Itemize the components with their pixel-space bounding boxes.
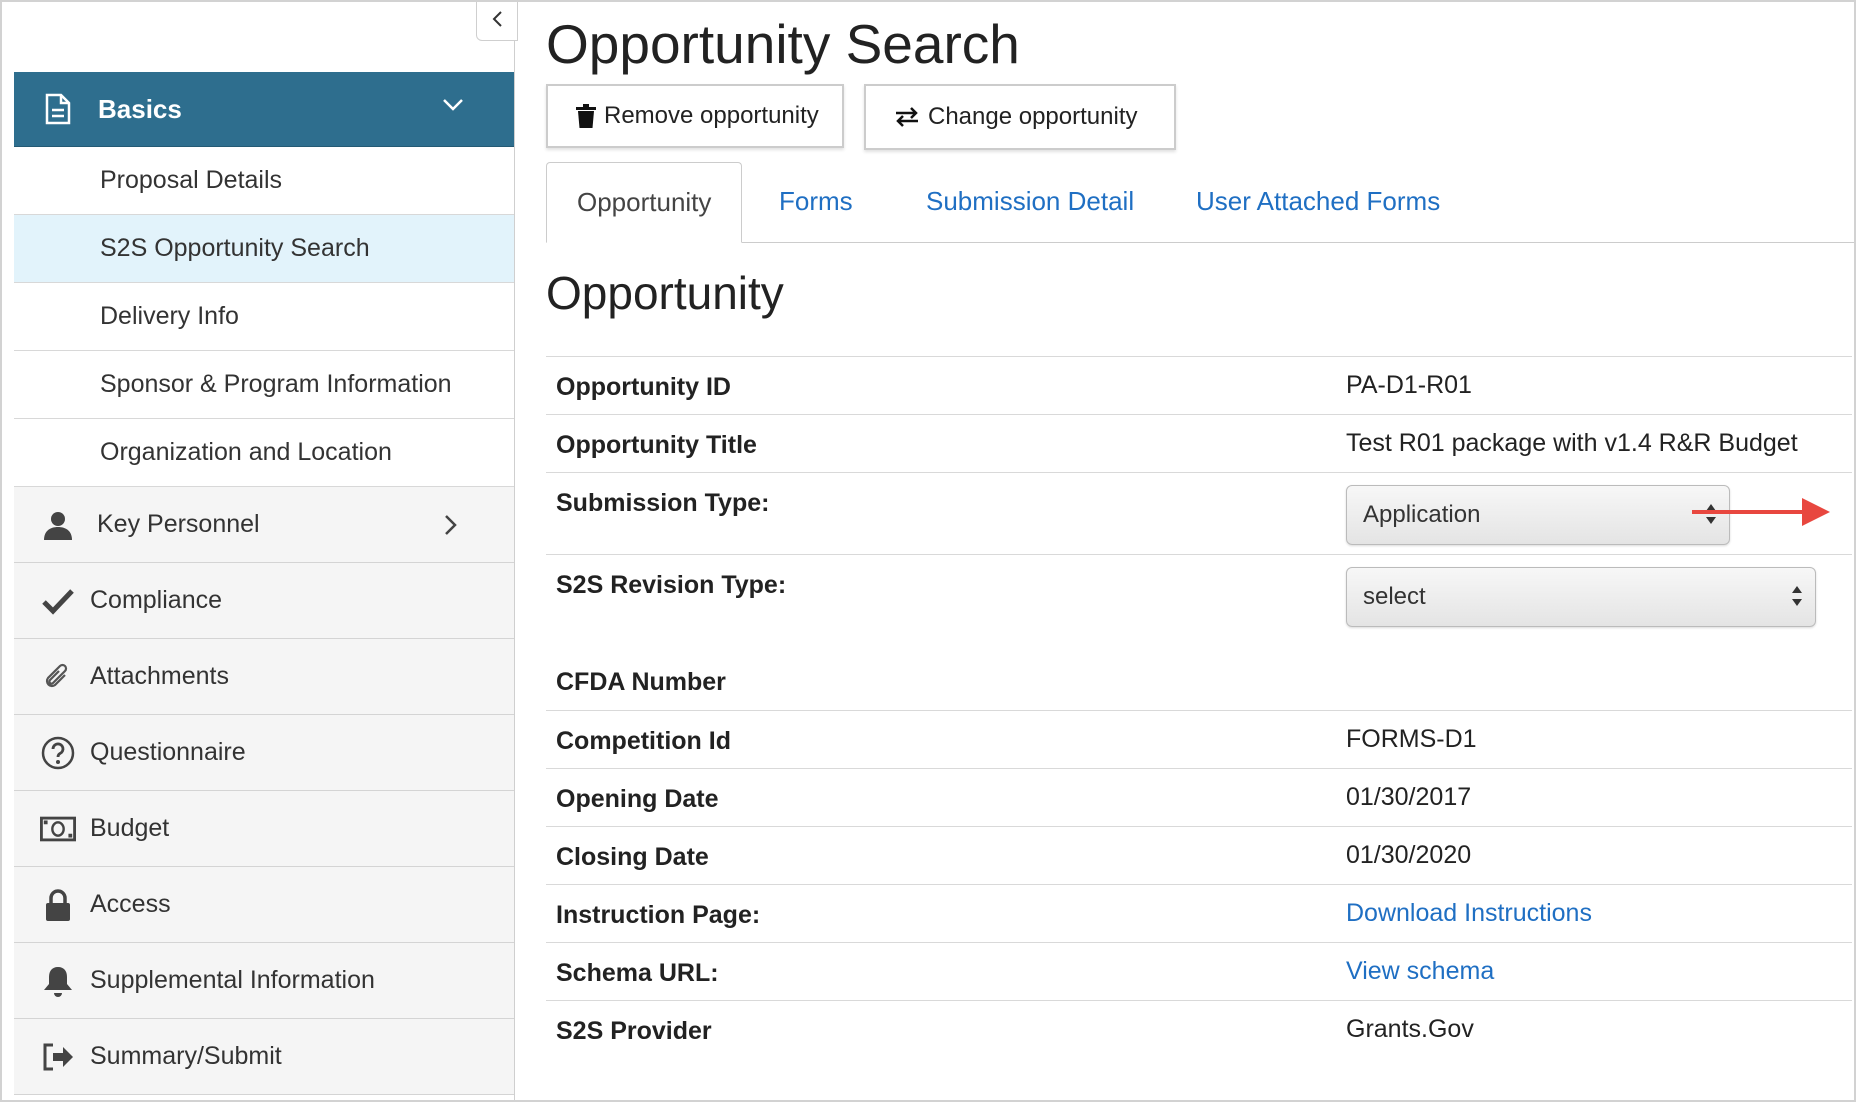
sidebar-item-label: Proposal Details	[100, 166, 283, 194]
field-value: FORMS-D1	[1346, 725, 1477, 753]
chevron-right-icon	[444, 514, 458, 543]
sign-out-icon	[40, 1039, 76, 1075]
field-row-revision-type: S2S Revision Type: select	[546, 554, 1852, 651]
field-value: 01/30/2017	[1346, 783, 1472, 811]
sidebar-item-attachments[interactable]: Attachments	[14, 639, 514, 715]
sidebar-item-label: Budget	[90, 814, 170, 842]
sidebar-item-access[interactable]: Access	[14, 867, 514, 943]
money-icon	[40, 811, 76, 847]
field-row-closing-date: Closing Date 01/30/2020	[546, 826, 1852, 885]
sidebar-item-label: Access	[90, 890, 171, 918]
app-window: Basics Proposal Details S2S Opportunity …	[0, 0, 1856, 1102]
sidebar-item-label: Key Personnel	[97, 510, 260, 538]
sidebar-item-key-personnel[interactable]: Key Personnel	[14, 487, 514, 563]
sidebar-item-sponsor-program[interactable]: Sponsor & Program Information	[14, 351, 514, 419]
paperclip-icon	[40, 659, 76, 695]
field-label: Opportunity Title	[556, 431, 757, 459]
field-label: S2S Provider	[556, 1017, 712, 1045]
field-row-s2s-provider: S2S Provider Grants.Gov	[546, 1000, 1852, 1059]
sidebar-item-delivery-info[interactable]: Delivery Info	[14, 283, 514, 351]
sidebar-item-supplemental-information[interactable]: Supplemental Information	[14, 943, 514, 1019]
exchange-icon	[894, 107, 920, 127]
select-arrows-icon	[1791, 582, 1803, 617]
download-instructions-link[interactable]: Download Instructions	[1346, 899, 1592, 928]
remove-opportunity-button[interactable]: Remove opportunity	[546, 84, 844, 148]
sidebar-item-summary-submit[interactable]: Summary/Submit	[14, 1019, 514, 1095]
sidebar-item-label: Compliance	[90, 586, 223, 614]
tab-bar: Opportunity Forms Submission Detail User…	[546, 162, 1854, 243]
field-label: Closing Date	[556, 843, 709, 871]
change-opportunity-label: Change opportunity	[928, 103, 1138, 130]
field-row-instruction-page: Instruction Page: Download Instructions	[546, 884, 1852, 943]
tab-opportunity[interactable]: Opportunity	[546, 162, 743, 243]
field-value: Test R01 package with v1.4 R&R Budget	[1346, 429, 1798, 457]
select-value: Application	[1363, 501, 1481, 528]
change-opportunity-button[interactable]: Change opportunity	[864, 84, 1176, 150]
tab-forms[interactable]: Forms	[779, 162, 853, 241]
submission-type-select[interactable]: Application	[1346, 485, 1730, 545]
sidebar-item-label: Questionnaire	[90, 738, 246, 766]
sidebar-item-s2s-opportunity-search[interactable]: S2S Opportunity Search	[14, 215, 514, 283]
checkmark-icon	[40, 583, 76, 619]
tab-user-attached-forms[interactable]: User Attached Forms	[1196, 162, 1440, 241]
field-row-submission-type: Submission Type: Application	[546, 472, 1852, 555]
bell-icon	[40, 963, 76, 999]
select-value: select	[1363, 583, 1426, 610]
field-row-cfda-number: CFDA Number	[546, 652, 1852, 710]
person-icon	[40, 507, 76, 543]
sidebar-collapse-button[interactable]	[476, 2, 518, 41]
revision-type-select[interactable]: select	[1346, 567, 1816, 627]
chevron-left-icon	[491, 8, 503, 34]
field-label: S2S Revision Type:	[556, 571, 787, 599]
sidebar-item-label: S2S Opportunity Search	[100, 234, 370, 262]
section-title: Opportunity	[546, 267, 784, 319]
tab-submission-detail[interactable]: Submission Detail	[926, 162, 1134, 241]
sidebar-item-organization-location[interactable]: Organization and Location	[14, 419, 514, 487]
remove-opportunity-label: Remove opportunity	[604, 102, 819, 129]
sidebar-item-label: Summary/Submit	[90, 1042, 282, 1070]
field-row-opportunity-title: Opportunity Title Test R01 package with …	[546, 414, 1852, 473]
sidebar-item-budget[interactable]: Budget	[14, 791, 514, 867]
sidebar-item-label: Organization and Location	[100, 438, 392, 466]
field-value: PA-D1-R01	[1346, 371, 1472, 399]
sidebar-item-label: Supplemental Information	[90, 966, 375, 994]
field-row-schema-url: Schema URL: View schema	[546, 942, 1852, 1001]
field-label: Submission Type:	[556, 489, 770, 517]
sidebar-item-questionnaire[interactable]: Questionnaire	[14, 715, 514, 791]
field-label: CFDA Number	[556, 668, 726, 696]
field-label: Instruction Page:	[556, 901, 761, 929]
field-label: Opportunity ID	[556, 373, 731, 401]
document-icon	[44, 93, 78, 125]
sidebar-item-compliance[interactable]: Compliance	[14, 563, 514, 639]
trash-icon	[576, 104, 596, 128]
sidebar-item-label: Sponsor & Program Information	[100, 370, 452, 398]
sidebar-item-proposal-details[interactable]: Proposal Details	[14, 147, 514, 215]
view-schema-link[interactable]: View schema	[1346, 957, 1494, 986]
main-content: Opportunity Search Remove opportunity Ch…	[542, 2, 1854, 1100]
field-row-competition-id: Competition Id FORMS-D1	[546, 710, 1852, 769]
field-label: Opening Date	[556, 785, 719, 813]
lock-icon	[40, 887, 76, 923]
sidebar: Basics Proposal Details S2S Opportunity …	[14, 2, 515, 1100]
field-row-opening-date: Opening Date 01/30/2017	[546, 768, 1852, 827]
sidebar-section-label: Basics	[98, 93, 182, 124]
field-label: Competition Id	[556, 727, 731, 755]
field-label: Schema URL:	[556, 959, 719, 987]
annotation-arrow-icon	[1692, 492, 1832, 537]
sidebar-item-label: Attachments	[90, 662, 229, 690]
sidebar-item-label: Delivery Info	[100, 302, 239, 330]
chevron-down-icon	[442, 98, 464, 117]
field-value: Grants.Gov	[1346, 1015, 1474, 1043]
question-circle-icon	[40, 735, 76, 771]
field-row-opportunity-id: Opportunity ID PA-D1-R01	[546, 356, 1852, 415]
field-value: 01/30/2020	[1346, 841, 1472, 869]
sidebar-section-basics[interactable]: Basics	[14, 72, 514, 147]
page-title: Opportunity Search	[546, 13, 1020, 75]
